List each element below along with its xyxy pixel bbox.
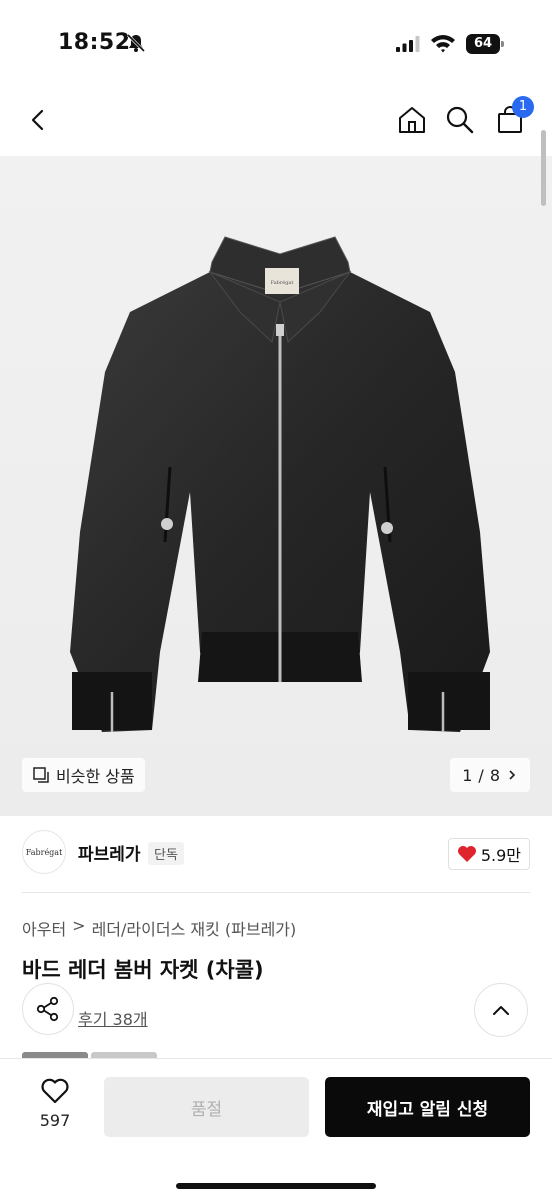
product-image-carousel[interactable]: Fabrégat 비슷한 상품 1 / 8 xyxy=(0,156,552,816)
brand-like-button[interactable]: 5.9만 xyxy=(447,838,530,870)
breadcrumb: 아우터 > 레더/라이더스 재킷 (파브레가) xyxy=(22,916,296,940)
chevron-left-icon xyxy=(31,109,44,131)
search-icon xyxy=(446,106,474,134)
cart-count-badge: 1 xyxy=(512,96,534,118)
heart-filled-icon xyxy=(457,846,476,862)
page-current: 1 xyxy=(462,765,473,785)
breadcrumb-separator-icon: > xyxy=(72,916,86,935)
page-total: 8 xyxy=(489,765,500,785)
chevron-right-icon xyxy=(509,770,516,780)
exclusive-badge: 단독 xyxy=(148,842,184,865)
soldout-button[interactable]: 품절 xyxy=(104,1077,309,1137)
image-page-indicator[interactable]: 1 / 8 xyxy=(450,758,530,792)
product-page: 18:52 64 1 Fabrégat 비슷한 상품 1 / 8 Fabréga… xyxy=(0,0,552,1200)
brand-name-link[interactable]: 파브레가 xyxy=(78,840,141,865)
heart-outline-icon xyxy=(41,1078,69,1104)
product-photo-jacket: Fabrégat xyxy=(70,236,490,732)
scrollbar-thumb[interactable] xyxy=(541,130,546,206)
battery-level: 64 xyxy=(466,34,500,54)
status-time: 18:52 xyxy=(58,30,131,55)
brand-like-count: 5.9만 xyxy=(480,846,521,865)
battery-indicator: 64 xyxy=(466,34,504,54)
home-icon xyxy=(399,107,425,133)
home-indicator[interactable] xyxy=(176,1183,376,1189)
similar-items-icon xyxy=(33,767,49,783)
search-button[interactable] xyxy=(440,100,480,140)
share-button[interactable] xyxy=(22,983,74,1035)
share-icon xyxy=(36,996,59,1022)
jacket-label-text: Fabrégat xyxy=(271,279,294,286)
similar-products-label: 비슷한 상품 xyxy=(56,767,135,786)
cellular-signal-icon xyxy=(396,36,420,52)
battery-tip xyxy=(501,41,504,47)
wishlist-count: 597 xyxy=(39,1111,71,1130)
brand-logo-text: Fabrégat xyxy=(25,847,63,857)
chevron-up-icon xyxy=(493,1006,509,1015)
scroll-to-top-button[interactable] xyxy=(474,983,528,1037)
divider xyxy=(22,892,530,893)
review-count-link[interactable]: 후기 38개 xyxy=(78,1006,148,1030)
breadcrumb-category[interactable]: 아우터 xyxy=(22,916,66,940)
page-separator: / xyxy=(478,765,484,785)
home-button[interactable] xyxy=(392,100,432,140)
restock-alert-button[interactable]: 재입고 알림 신청 xyxy=(325,1077,530,1137)
wishlist-button[interactable]: 597 xyxy=(24,1077,86,1141)
top-nav: 1 xyxy=(0,90,552,156)
brand-logo[interactable]: Fabrégat xyxy=(22,830,66,874)
wifi-icon xyxy=(431,35,455,53)
product-title: 바드 레더 봄버 자켓 (차콜) xyxy=(22,958,264,982)
similar-products-button[interactable]: 비슷한 상품 xyxy=(22,758,145,792)
brand-row: Fabrégat 파브레가 단독 5.9만 xyxy=(22,830,530,878)
purchase-bar: 597 품절 재입고 알림 신청 xyxy=(0,1058,552,1200)
status-bar: 18:52 64 xyxy=(0,0,552,90)
bell-off-icon xyxy=(126,33,146,53)
back-button[interactable] xyxy=(18,100,58,140)
breadcrumb-subcategory[interactable]: 레더/라이더스 재킷 (파브레가) xyxy=(92,916,297,940)
cart-button[interactable]: 1 xyxy=(490,96,534,140)
